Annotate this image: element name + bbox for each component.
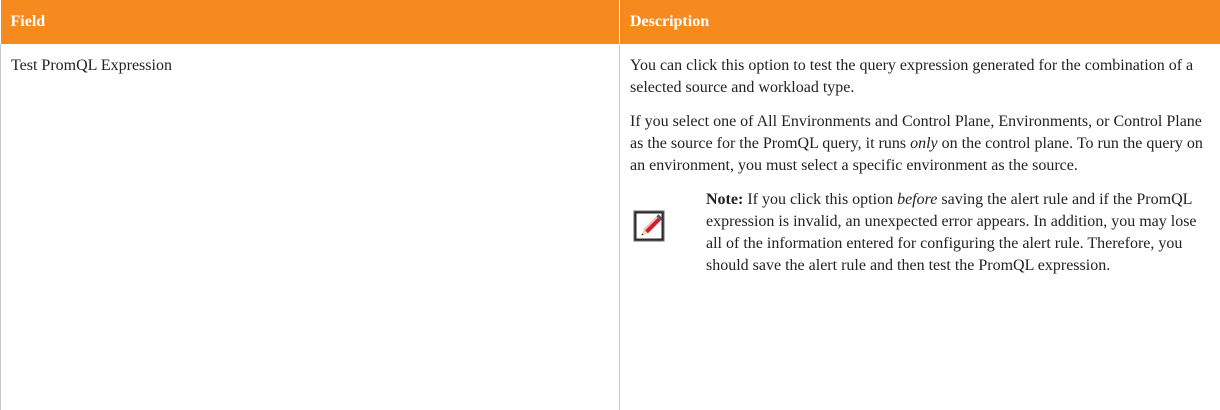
description-paragraph-1: You can click this option to test the qu… xyxy=(630,57,1194,96)
header-field: Field xyxy=(0,0,620,44)
note-pencil-icon xyxy=(632,209,668,245)
note-text: Note: If you click this option before sa… xyxy=(706,189,1208,277)
note-block: Note: If you click this option before sa… xyxy=(630,189,1208,277)
description-cell: You can click this option to test the qu… xyxy=(619,44,1220,410)
field-cell: Test PromQL Expression xyxy=(0,44,620,410)
note-text-before: If you click this option xyxy=(743,191,898,208)
note-label: Note: xyxy=(706,191,744,208)
paragraph-2-emphasis: only xyxy=(910,135,938,152)
table-header-row: Field Description xyxy=(0,0,1220,44)
header-description: Description xyxy=(619,0,1220,44)
field-description-table: Field Description Test PromQL Expression… xyxy=(0,0,1220,410)
note-emphasis: before xyxy=(897,191,938,208)
description-paragraph-2: If you select one of All Environments an… xyxy=(630,111,1214,177)
table-row: Test PromQL Expression You can click thi… xyxy=(0,44,1220,410)
